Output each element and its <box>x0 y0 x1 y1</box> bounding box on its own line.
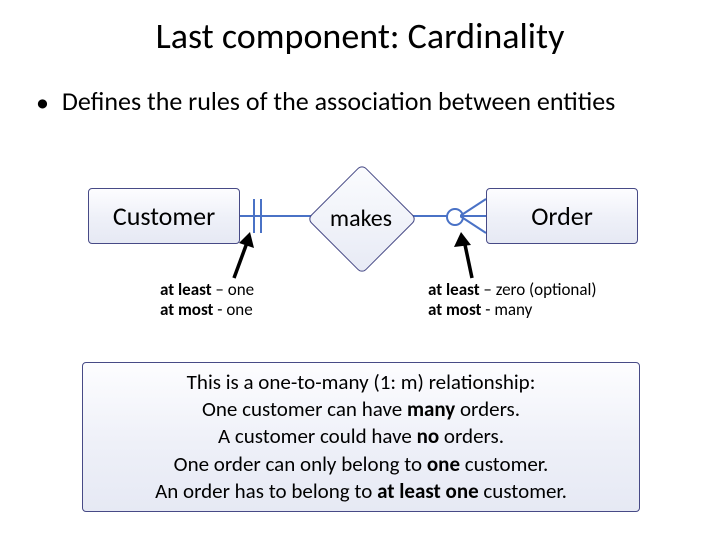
bullet-dot-icon: • <box>36 86 56 118</box>
caption-bold: at least <box>428 279 480 300</box>
caption-text: – zero (optional) <box>480 279 597 300</box>
bullet-text: Defines the rules of the association bet… <box>62 86 672 117</box>
er-diagram: Customer makes Order at least – one <box>60 176 660 356</box>
explain-line-3: A customer could have no orders. <box>83 423 639 450</box>
entity-order-label: Order <box>531 200 593 232</box>
explain-line-2: One customer can have many orders. <box>83 396 639 423</box>
slide: Last component: Cardinality • Defines th… <box>0 0 720 540</box>
relationship-label: makes <box>307 164 415 272</box>
caption-text: - many <box>481 299 532 320</box>
entity-order: Order <box>486 188 638 244</box>
bullet-item: • Defines the rules of the association b… <box>36 86 676 118</box>
caption-text: - one <box>213 299 252 320</box>
caption-text: – one <box>212 279 255 300</box>
caption-bold: at most <box>160 299 213 320</box>
slide-title: Last component: Cardinality <box>0 14 720 58</box>
entity-customer: Customer <box>88 188 240 244</box>
caption-bold: at least <box>160 279 212 300</box>
explanation-box: This is a one-to-many (1: m) relationshi… <box>82 362 640 512</box>
caption-bold: at most <box>428 299 481 320</box>
relationship-makes: makes <box>307 164 415 272</box>
explain-line-5: An order has to belong to at least one c… <box>83 478 639 505</box>
explain-line-4: One order can only belong to one custome… <box>83 451 639 478</box>
entity-customer-label: Customer <box>113 200 215 232</box>
cardinality-caption-right: at least – zero (optional) at most - man… <box>428 280 658 321</box>
cardinality-caption-left: at least – one at most - one <box>160 280 360 321</box>
arrow-icon <box>454 230 484 280</box>
arrow-icon <box>224 230 254 280</box>
explain-line-1: This is a one-to-many (1: m) relationshi… <box>83 369 639 396</box>
cardinality-one-and-only-one-icon <box>250 199 264 233</box>
